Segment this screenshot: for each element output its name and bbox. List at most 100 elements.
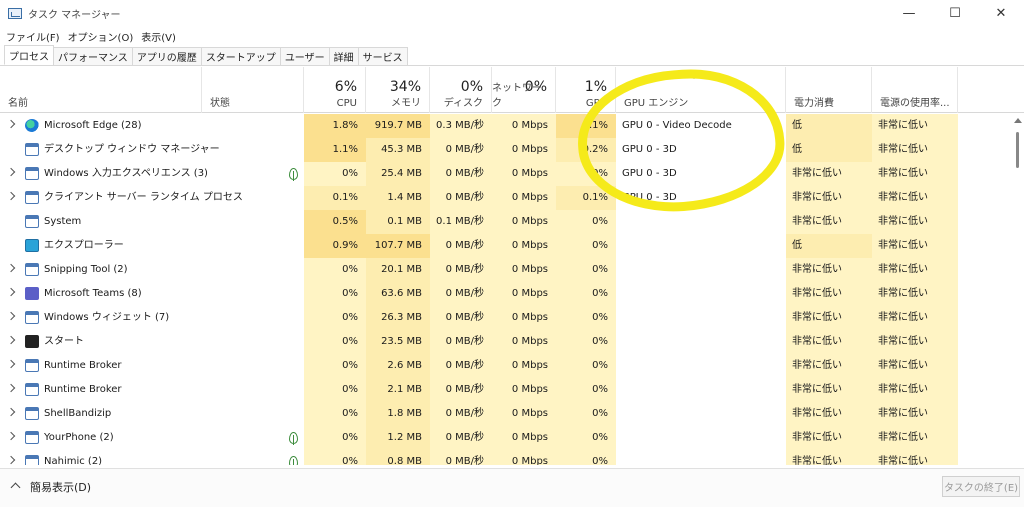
cell-gpu-engine <box>616 330 786 354</box>
cell-gpu-engine <box>616 354 786 378</box>
process-row[interactable]: Windows ウィジェット (7) 0% 26.3 MB 0 MB/秒 0 Mbps 0… <box>0 306 1010 330</box>
column-power-trend[interactable]: 電源の使用率... <box>872 67 958 113</box>
tab-users[interactable]: ユーザー <box>279 47 330 65</box>
column-power[interactable]: 電力消費 <box>786 67 872 113</box>
cell-gpu: 0% <box>556 210 616 234</box>
cell-cpu: 1.1% <box>304 138 366 162</box>
cell-network: 0 Mbps <box>492 186 556 210</box>
cell-power: 非常に低い <box>786 186 872 210</box>
chevron-right-icon[interactable] <box>6 455 16 465</box>
cell-gpu: 0.2% <box>556 138 616 162</box>
minimize-button[interactable]: — <box>886 0 932 27</box>
scroll-thumb[interactable] <box>1016 132 1019 168</box>
cell-power: 非常に低い <box>786 378 872 402</box>
menu-view[interactable]: 表示(V) <box>141 29 176 44</box>
cell-network: 0 Mbps <box>492 450 556 465</box>
column-cpu[interactable]: 6% CPU <box>304 67 366 113</box>
process-name-cell: Runtime Broker <box>0 378 304 402</box>
process-row[interactable]: Microsoft Teams (8) 0% 63.6 MB 0 MB/秒 0 Mbps… <box>0 282 1010 306</box>
menu-file[interactable]: ファイル(F) <box>6 29 60 44</box>
cell-memory: 107.7 MB <box>366 234 430 258</box>
column-network[interactable]: 0% ネットワーク <box>492 67 556 113</box>
column-memory[interactable]: 34% メモリ <box>366 67 430 113</box>
column-name[interactable]: 名前 <box>0 67 202 113</box>
menu-options[interactable]: オプション(O) <box>68 29 134 44</box>
cell-disk: 0 MB/秒 <box>430 402 492 426</box>
process-row[interactable]: Nahimic (2) 0% 0.8 MB 0 MB/秒 0 Mbps 0% 非常に低い 非常… <box>0 450 1010 465</box>
column-cpu-label: CPU <box>336 98 357 109</box>
process-row[interactable]: Microsoft Edge (28) 1.8% 919.7 MB 0.3 MB/秒 0… <box>0 114 1010 138</box>
chevron-right-icon[interactable] <box>6 119 16 129</box>
tab-app-history[interactable]: アプリの履歴 <box>131 47 202 65</box>
column-gpu[interactable]: 1% GPU <box>556 67 616 113</box>
cell-memory: 63.6 MB <box>366 282 430 306</box>
close-button[interactable]: ✕ <box>978 0 1024 27</box>
cell-disk: 0 MB/秒 <box>430 306 492 330</box>
cell-disk: 0 MB/秒 <box>430 426 492 450</box>
end-task-button[interactable]: タスクの終了(E) <box>942 476 1020 497</box>
process-row[interactable]: Windows 入力エクスペリエンス (3) 0% 25.4 MB 0 MB/秒 0 M… <box>0 162 1010 186</box>
cell-disk: 0.1 MB/秒 <box>430 210 492 234</box>
chevron-right-icon[interactable] <box>6 383 16 393</box>
process-row[interactable]: ShellBandizip 0% 1.8 MB 0 MB/秒 0 Mbps 0% 非常に低い… <box>0 402 1010 426</box>
fewer-details-link[interactable]: 簡易表示(D) <box>30 479 91 495</box>
process-row[interactable]: Runtime Broker 0% 2.1 MB 0 MB/秒 0 Mbps 0% 非常に低… <box>0 378 1010 402</box>
cell-disk: 0 MB/秒 <box>430 186 492 210</box>
cell-disk: 0 MB/秒 <box>430 258 492 282</box>
chevron-right-icon[interactable] <box>6 311 16 321</box>
cell-power-trend: 非常に低い <box>872 282 958 306</box>
maximize-button[interactable]: ☐ <box>932 0 978 27</box>
cell-network: 0 Mbps <box>492 402 556 426</box>
process-name: デスクトップ ウィンドウ マネージャー <box>44 144 220 155</box>
cell-cpu: 0% <box>304 330 366 354</box>
process-row[interactable]: クライアント サーバー ランタイム プロセス 0.1% 1.4 MB 0 MB/秒 0 … <box>0 186 1010 210</box>
cell-gpu: 0% <box>556 426 616 450</box>
cell-gpu: 0% <box>556 258 616 282</box>
cell-power: 非常に低い <box>786 282 872 306</box>
cell-power-trend: 非常に低い <box>872 330 958 354</box>
column-name-label: 名前 <box>8 98 28 109</box>
tab-performance[interactable]: パフォーマンス <box>53 47 133 65</box>
cell-gpu-engine: GPU 0 - 3D <box>616 186 786 210</box>
cell-network: 0 Mbps <box>492 354 556 378</box>
column-gpu-engine[interactable]: GPU エンジン <box>616 67 786 113</box>
process-name-cell: Runtime Broker <box>0 354 304 378</box>
column-network-label: ネットワーク <box>492 83 542 109</box>
process-row[interactable]: Snipping Tool (2) 0% 20.1 MB 0 MB/秒 0 Mbps 0%… <box>0 258 1010 282</box>
process-row[interactable]: デスクトップ ウィンドウ マネージャー 1.1% 45.3 MB 0 MB/秒 0 Mb… <box>0 138 1010 162</box>
column-status[interactable]: 状態 <box>202 67 304 113</box>
cell-memory: 1.8 MB <box>366 402 430 426</box>
cell-power-trend: 非常に低い <box>872 306 958 330</box>
chevron-up-icon[interactable] <box>10 482 21 493</box>
tab-services[interactable]: サービス <box>357 47 408 65</box>
chevron-right-icon[interactable] <box>6 263 16 273</box>
process-row[interactable]: YourPhone (2) 0% 1.2 MB 0 MB/秒 0 Mbps 0% 非常に低い… <box>0 426 1010 450</box>
window-icon <box>25 215 39 228</box>
chevron-right-icon[interactable] <box>6 191 16 201</box>
chevron-right-icon[interactable] <box>6 407 16 417</box>
window-icon <box>25 431 39 444</box>
cell-power: 非常に低い <box>786 354 872 378</box>
process-row[interactable]: エクスプローラー 0.9% 107.7 MB 0 MB/秒 0 Mbps 0% 低非常に低い <box>0 234 1010 258</box>
process-name-cell: Windows 入力エクスペリエンス (3) <box>0 162 304 186</box>
column-power-label: 電力消費 <box>794 98 834 109</box>
chevron-right-icon[interactable] <box>6 167 16 177</box>
cell-memory: 45.3 MB <box>366 138 430 162</box>
process-row[interactable]: Runtime Broker 0% 2.6 MB 0 MB/秒 0 Mbps 0% 非常に低… <box>0 354 1010 378</box>
chevron-right-icon[interactable] <box>6 335 16 345</box>
window-title: タスク マネージャー <box>28 10 121 21</box>
cell-power-trend: 非常に低い <box>872 210 958 234</box>
scroll-up-icon[interactable] <box>1014 118 1022 123</box>
vertical-scrollbar[interactable] <box>1010 114 1024 465</box>
chevron-right-icon[interactable] <box>6 287 16 297</box>
chevron-right-icon[interactable] <box>6 431 16 441</box>
process-row[interactable]: System 0.5% 0.1 MB 0.1 MB/秒 0 Mbps 0% 非常に低い 非常に… <box>0 210 1010 234</box>
tab-details[interactable]: 詳細 <box>328 47 359 65</box>
cell-cpu: 0.9% <box>304 234 366 258</box>
tab-startup[interactable]: スタートアップ <box>200 47 281 65</box>
process-row[interactable]: スタート 0% 23.5 MB 0 MB/秒 0 Mbps 0% 非常に低い 非常に低い <box>0 330 1010 354</box>
column-disk[interactable]: 0% ディスク <box>430 67 492 113</box>
cell-memory: 0.8 MB <box>366 450 430 465</box>
tab-processes[interactable]: プロセス <box>4 45 54 65</box>
chevron-right-icon[interactable] <box>6 359 16 369</box>
